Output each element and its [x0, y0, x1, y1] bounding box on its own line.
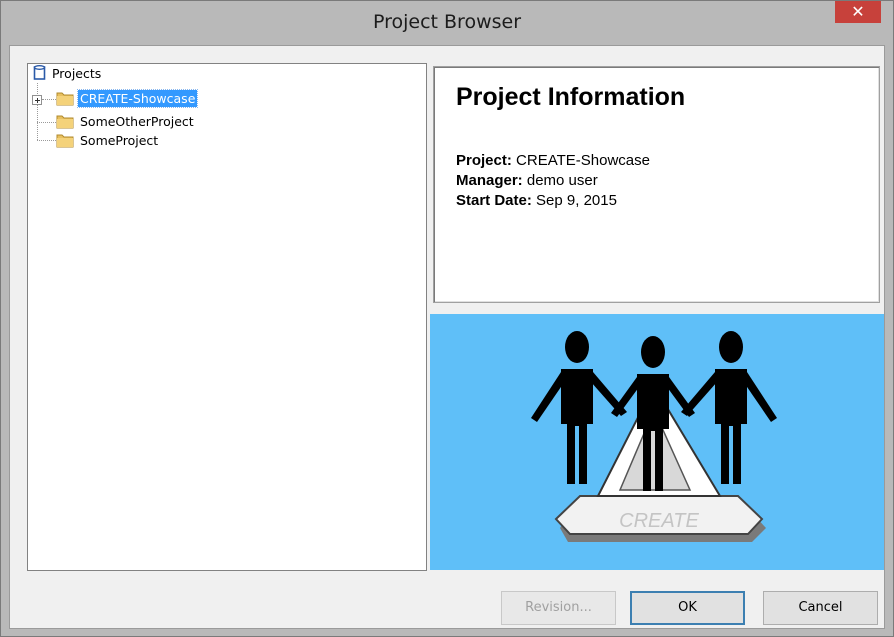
tree-item-label-selected: CREATE-Showcase	[76, 89, 199, 108]
tree-item[interactable]: SomeOtherProject	[56, 113, 196, 130]
project-logo-image: CREATE	[430, 314, 884, 570]
logo-text: CREATE	[619, 510, 699, 532]
project-info-panel: Project Information Project: CREATE-Show…	[433, 66, 880, 303]
manager-value: demo user	[526, 172, 598, 189]
revision-button[interactable]: Revision...	[501, 591, 616, 625]
folder-icon	[56, 92, 74, 106]
window-title: Project Browser	[372, 11, 522, 33]
ok-button[interactable]: OK	[630, 591, 745, 625]
start-date-label: Start Date:	[456, 192, 532, 209]
project-tree[interactable]: Projects CREATE-Showcase SomeOtherProjec…	[27, 63, 427, 571]
expand-toggle-icon[interactable]	[32, 95, 42, 105]
tree-item-label: SomeProject	[79, 133, 159, 148]
tree-line	[42, 99, 56, 100]
create-logo-icon: CREATE	[531, 331, 777, 542]
title-bar[interactable]: Project Browser ✕	[1, 1, 893, 45]
cancel-button[interactable]: Cancel	[763, 591, 878, 625]
manager-label: Manager:	[456, 172, 523, 189]
tree-root[interactable]: Projects	[33, 65, 103, 82]
tree-item[interactable]: CREATE-Showcase	[56, 89, 199, 108]
info-row-manager: Manager: demo user	[456, 171, 650, 191]
folder-icon	[56, 134, 74, 148]
tree-item[interactable]: SomeProject	[56, 132, 160, 149]
tree-line	[37, 83, 38, 140]
tree-item-label: SomeOtherProject	[79, 114, 194, 129]
folder-icon	[56, 115, 74, 129]
start-date-value: Sep 9, 2015	[536, 192, 617, 209]
database-icon	[33, 65, 46, 80]
tree-root-label: Projects	[51, 66, 102, 81]
info-row-start-date: Start Date: Sep 9, 2015	[456, 191, 650, 211]
project-label: Project:	[456, 152, 512, 169]
dialog-client-area: Projects CREATE-Showcase SomeOtherProjec…	[9, 45, 885, 629]
info-heading: Project Information	[456, 83, 686, 111]
close-button[interactable]: ✕	[835, 1, 881, 23]
info-row-project: Project: CREATE-Showcase	[456, 151, 650, 171]
project-browser-window: Project Browser ✕ Projects CREATE-Showca…	[0, 0, 894, 637]
project-value: CREATE-Showcase	[516, 152, 650, 169]
info-rows: Project: CREATE-Showcase Manager: demo u…	[456, 151, 650, 211]
tree-line	[37, 140, 56, 141]
tree-line	[37, 122, 56, 123]
